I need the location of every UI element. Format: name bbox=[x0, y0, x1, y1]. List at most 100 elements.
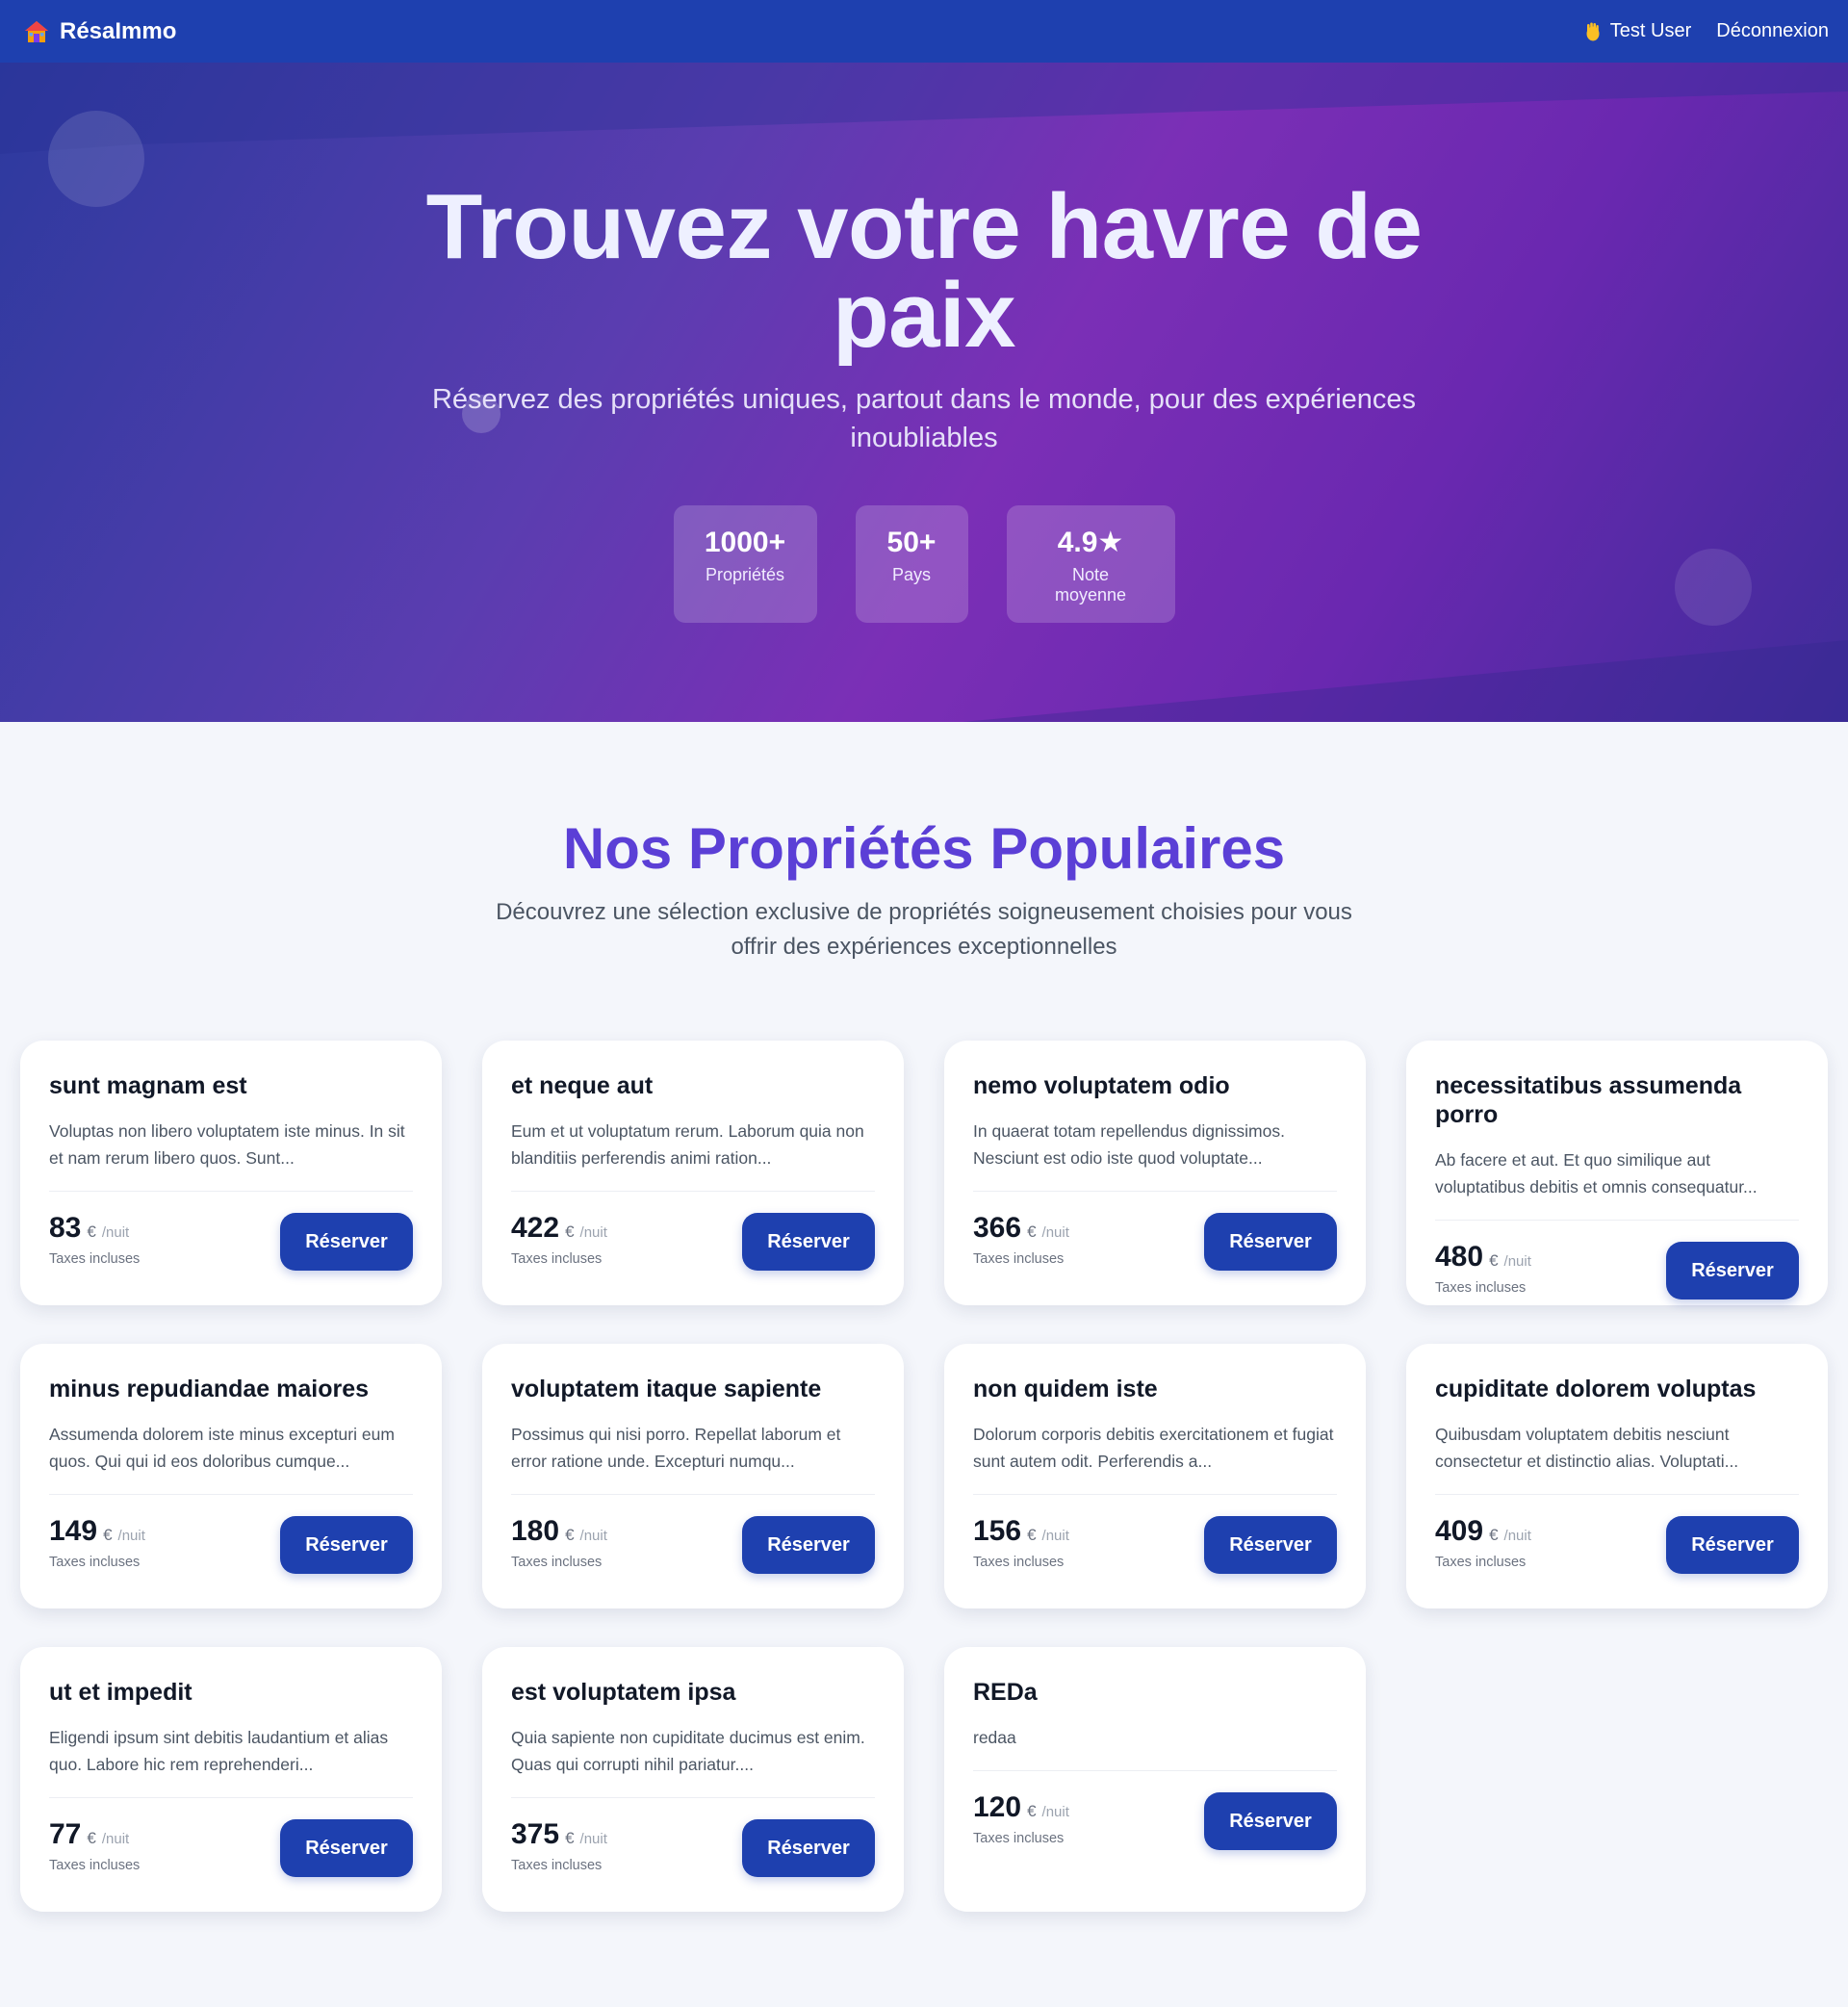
reserve-button[interactable]: Réserver bbox=[280, 1516, 413, 1574]
property-description: Eligendi ipsum sint debitis laudantium e… bbox=[49, 1728, 389, 1774]
price-block: 77 € /nuit Taxes incluses bbox=[49, 1818, 141, 1874]
taxes-note: Taxes incluses bbox=[49, 1858, 141, 1873]
price-line: 149 € /nuit bbox=[49, 1516, 145, 1547]
taxes-note: Taxes incluses bbox=[973, 1555, 1065, 1570]
reserve-button[interactable]: Réserver bbox=[1666, 1516, 1799, 1574]
price-unit: /nuit bbox=[579, 1831, 607, 1847]
property-description: Quia sapiente non cupiditate ducimus est… bbox=[511, 1728, 865, 1774]
property-title: voluptatem itaque sapiente bbox=[511, 1376, 822, 1402]
property-title: minus repudiandae maiores bbox=[49, 1376, 370, 1402]
price-unit: /nuit bbox=[117, 1528, 145, 1544]
currency: € bbox=[87, 1222, 96, 1241]
reserve-button[interactable]: Réserver bbox=[742, 1819, 875, 1877]
card-footer: 366 € /nuit Taxes incluses Réserver bbox=[973, 1192, 1337, 1271]
price-unit: /nuit bbox=[101, 1831, 130, 1847]
stat-rating: 4.9★ Note moyenne bbox=[1006, 505, 1175, 623]
card-footer: 409 € /nuit Taxes incluses Réserver bbox=[1435, 1495, 1799, 1574]
price-block: 366 € /nuit Taxes incluses bbox=[973, 1213, 1069, 1268]
price-block: 156 € /nuit Taxes incluses bbox=[973, 1516, 1069, 1571]
currency: € bbox=[1027, 1526, 1037, 1544]
property-card: non quidem iste Dolorum corporis debitis… bbox=[944, 1344, 1366, 1608]
taxes-note: Taxes incluses bbox=[511, 1858, 603, 1873]
hero-subtitle: Réservez des propriétés uniques, partout… bbox=[431, 384, 1417, 453]
reserve-button[interactable]: Réserver bbox=[280, 1819, 413, 1877]
hero-banner: Trouvez votre havre de paix Réservez des… bbox=[0, 63, 1848, 722]
currency: € bbox=[1027, 1222, 1037, 1241]
property-description: In quaerat totam repellendus dignissimos… bbox=[973, 1121, 1285, 1168]
property-description: redaa bbox=[973, 1728, 1016, 1747]
card-footer: 77 € /nuit Taxes incluses Réserver bbox=[49, 1798, 413, 1877]
logout-link[interactable]: Déconnexion bbox=[1716, 20, 1829, 42]
property-title: REDa bbox=[973, 1679, 1038, 1706]
brand-link[interactable]: RésaImmo bbox=[23, 18, 176, 45]
property-title: sunt magnam est bbox=[49, 1072, 247, 1099]
taxes-note: Taxes incluses bbox=[973, 1251, 1065, 1267]
price-line: 83 € /nuit bbox=[49, 1213, 140, 1244]
property-description: Voluptas non libero voluptatem iste minu… bbox=[49, 1121, 405, 1168]
user-name: Test User bbox=[1609, 20, 1692, 41]
price-block: 375 € /nuit Taxes incluses bbox=[511, 1818, 607, 1874]
property-title: cupiditate dolorem voluptas bbox=[1435, 1376, 1757, 1402]
card-footer: 120 € /nuit Taxes incluses Réserver bbox=[973, 1771, 1337, 1850]
brand-name: RésaImmo bbox=[60, 17, 177, 44]
reserve-button[interactable]: Réserver bbox=[1204, 1516, 1337, 1574]
reserve-button[interactable]: Réserver bbox=[1204, 1213, 1337, 1271]
card-footer: 422 € /nuit Taxes incluses Réserver bbox=[511, 1192, 875, 1271]
taxes-note: Taxes incluses bbox=[511, 1251, 603, 1267]
price-block: 409 € /nuit Taxes incluses bbox=[1435, 1515, 1531, 1571]
property-price: 375 bbox=[511, 1818, 560, 1850]
property-title: nemo voluptatem odio bbox=[973, 1072, 1230, 1099]
taxes-note: Taxes incluses bbox=[1435, 1555, 1527, 1570]
stat-label: Pays bbox=[891, 565, 932, 584]
price-unit: /nuit bbox=[1503, 1253, 1531, 1270]
price-line: 180 € /nuit bbox=[511, 1516, 607, 1547]
price-line: 366 € /nuit bbox=[973, 1213, 1069, 1244]
reserve-button[interactable]: Réserver bbox=[742, 1213, 875, 1271]
property-card: et neque aut Eum et ut voluptatum rerum.… bbox=[482, 1041, 904, 1305]
taxes-note: Taxes incluses bbox=[1435, 1280, 1527, 1296]
property-card: REDa redaa 120 € /nuit Taxes incluses Ré… bbox=[944, 1647, 1366, 1912]
stat-value: 50+ bbox=[886, 527, 937, 558]
price-line: 156 € /nuit bbox=[973, 1516, 1069, 1547]
price-unit: /nuit bbox=[1041, 1528, 1069, 1544]
currency: € bbox=[565, 1829, 575, 1847]
price-unit: /nuit bbox=[579, 1528, 607, 1544]
stat-countries: 50+ Pays bbox=[855, 505, 968, 623]
currency: € bbox=[87, 1829, 96, 1847]
card-footer: 480 € /nuit Taxes incluses Réserver bbox=[1435, 1221, 1799, 1299]
currency: € bbox=[1489, 1526, 1499, 1544]
property-title: necessitatibus assumenda porro bbox=[1435, 1072, 1742, 1128]
house-icon bbox=[25, 20, 48, 42]
price-line: 120 € /nuit bbox=[973, 1792, 1069, 1823]
currency: € bbox=[1489, 1251, 1499, 1270]
taxes-note: Taxes incluses bbox=[511, 1555, 603, 1570]
reserve-button[interactable]: Réserver bbox=[1204, 1792, 1337, 1850]
waving-hand-icon bbox=[1586, 22, 1600, 40]
price-unit: /nuit bbox=[1041, 1224, 1069, 1241]
section-subtitle: Découvrez une sélection exclusive de pro… bbox=[496, 899, 1352, 960]
property-price: 409 bbox=[1435, 1515, 1484, 1547]
card-footer: 156 € /nuit Taxes incluses Réserver bbox=[973, 1495, 1337, 1574]
currency: € bbox=[565, 1526, 575, 1544]
stat-value: 1000+ bbox=[704, 527, 786, 558]
property-title: est voluptatem ipsa bbox=[511, 1679, 736, 1706]
reserve-button[interactable]: Réserver bbox=[280, 1213, 413, 1271]
card-footer: 149 € /nuit Taxes incluses Réserver bbox=[49, 1495, 413, 1574]
property-price: 77 bbox=[49, 1818, 82, 1850]
reserve-button[interactable]: Réserver bbox=[1666, 1242, 1799, 1299]
property-description: Dolorum corporis debitis exercitationem … bbox=[973, 1425, 1334, 1471]
property-title: non quidem iste bbox=[973, 1376, 1158, 1402]
price-unit: /nuit bbox=[101, 1224, 130, 1241]
price-block: 120 € /nuit Taxes incluses bbox=[973, 1792, 1069, 1847]
card-footer: 375 € /nuit Taxes incluses Réserver bbox=[511, 1798, 875, 1877]
property-card: cupiditate dolorem voluptas Quibusdam vo… bbox=[1406, 1344, 1828, 1608]
reserve-button[interactable]: Réserver bbox=[742, 1516, 875, 1574]
price-block: 480 € /nuit Taxes incluses bbox=[1435, 1242, 1531, 1297]
property-title: ut et impedit bbox=[49, 1679, 192, 1706]
stat-label: Note moyenne bbox=[1054, 565, 1127, 605]
property-card: voluptatem itaque sapiente Possimus qui … bbox=[482, 1344, 904, 1608]
property-description: Possimus qui nisi porro. Repellat laboru… bbox=[511, 1425, 841, 1471]
taxes-note: Taxes incluses bbox=[973, 1831, 1065, 1846]
property-price: 83 bbox=[49, 1212, 82, 1244]
price-block: 422 € /nuit Taxes incluses bbox=[511, 1213, 607, 1268]
